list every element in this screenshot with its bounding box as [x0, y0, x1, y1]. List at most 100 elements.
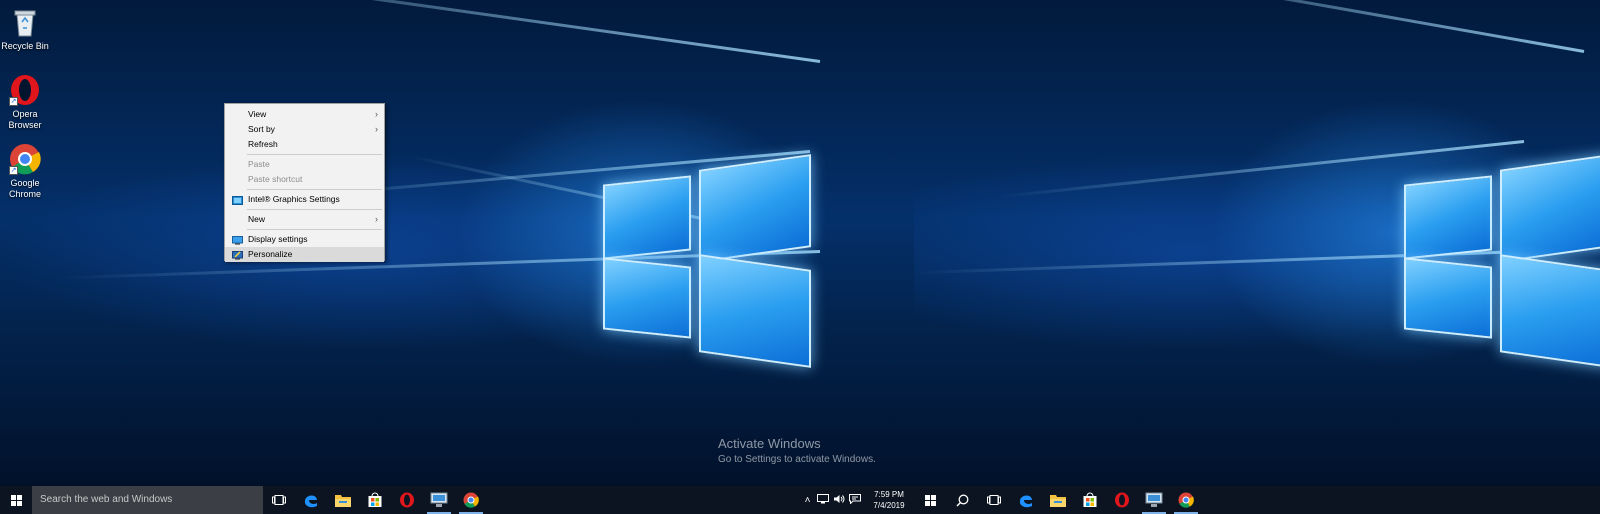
- light-beam: [1071, 0, 1585, 53]
- task-view-icon: [987, 495, 1001, 505]
- store-icon: [1083, 492, 1097, 507]
- windows-logo-pane: [603, 175, 691, 260]
- menu-item-label: Intel® Graphics Settings: [248, 194, 340, 204]
- chrome-icon: [1178, 492, 1194, 508]
- desktop-icon-label: Opera Browser: [8, 109, 42, 130]
- taskbar-clock[interactable]: 7:59 PM 7/4/2019: [872, 489, 906, 511]
- menu-item-label: Paste shortcut: [248, 174, 303, 184]
- windows-logo-icon: [10, 494, 22, 506]
- desktop-context-menu: View › Sort by › Refresh Paste Paste short…: [224, 103, 385, 262]
- intel-graphics-icon: [232, 195, 243, 205]
- task-view-icon: [272, 495, 286, 505]
- chevron-right-icon: ›: [375, 214, 378, 224]
- windows-logo-pane: [1404, 175, 1492, 260]
- chrome-icon: ↗: [9, 143, 41, 175]
- file-explorer-button[interactable]: [327, 486, 359, 514]
- windows-logo-pane: [1404, 257, 1492, 339]
- chrome-taskbar-button[interactable]: [455, 486, 487, 514]
- desktop-primary[interactable]: Recycle Bin ↗ Opera Browser ↗ Google Chr…: [0, 0, 914, 486]
- network-icon[interactable]: [815, 493, 831, 507]
- search-placeholder: Search the web and Windows: [40, 494, 173, 505]
- file-explorer-icon: [1050, 495, 1066, 507]
- edge-button[interactable]: [295, 486, 327, 514]
- windows-logo-pane: [1500, 154, 1600, 263]
- search-icon: [955, 494, 968, 507]
- menu-item-label: Refresh: [248, 139, 278, 149]
- opera-icon: ↗: [9, 74, 41, 106]
- store-button[interactable]: [359, 486, 391, 514]
- menu-item-refresh[interactable]: Refresh: [225, 137, 384, 152]
- desktop-icon-label: Recycle Bin: [1, 41, 49, 51]
- menu-item-label: New: [248, 214, 266, 224]
- clock-date: 7/4/2019: [873, 501, 905, 510]
- shortcut-arrow-icon: ↗: [9, 97, 18, 106]
- windows-logo-pane: [1500, 254, 1600, 368]
- recycle-bin-icon: [9, 6, 41, 38]
- desktop-icon-recycle-bin[interactable]: Recycle Bin: [0, 6, 50, 52]
- chevron-right-icon: ›: [375, 109, 378, 119]
- chrome-taskbar-button[interactable]: [1170, 486, 1202, 514]
- menu-item-sort-by[interactable]: Sort by ›: [225, 122, 384, 137]
- file-explorer-button[interactable]: [1042, 486, 1074, 514]
- menu-item-label: Paste: [248, 159, 270, 169]
- menu-item-paste-shortcut[interactable]: Paste shortcut: [225, 172, 384, 187]
- menu-separator: [247, 189, 382, 190]
- opera-taskbar-button[interactable]: [391, 486, 423, 514]
- store-button[interactable]: [1074, 486, 1106, 514]
- network-drive-icon: [1145, 492, 1163, 507]
- opera-taskbar-button[interactable]: [1106, 486, 1138, 514]
- desktop-icon-label: Google Chrome: [8, 178, 41, 199]
- task-view-button[interactable]: [978, 486, 1010, 514]
- network-drive-button[interactable]: [1138, 486, 1170, 514]
- desktop-icon-chrome[interactable]: ↗ Google Chrome: [0, 143, 50, 200]
- desktop-secondary[interactable]: [914, 0, 1600, 486]
- chrome-icon: [463, 492, 479, 508]
- task-view-button[interactable]: [263, 486, 295, 514]
- menu-item-personalize[interactable]: Personalize: [225, 247, 384, 262]
- menu-item-view[interactable]: View ›: [225, 107, 384, 122]
- volume-icon[interactable]: [831, 494, 847, 507]
- menu-item-label: View: [248, 109, 267, 119]
- edge-icon: [304, 495, 317, 508]
- taskbar-secondary: [914, 486, 1600, 514]
- opera-icon: [1115, 492, 1129, 508]
- personalize-icon: [232, 250, 243, 260]
- light-beam: [106, 0, 821, 63]
- menu-item-label: Personalize: [248, 249, 293, 259]
- edge-button[interactable]: [1010, 486, 1042, 514]
- activate-title: Activate Windows: [718, 436, 821, 451]
- menu-item-label: Sort by: [248, 124, 275, 134]
- menu-item-new[interactable]: New ›: [225, 212, 384, 227]
- search-button[interactable]: [946, 486, 978, 514]
- store-icon: [368, 492, 382, 507]
- start-button[interactable]: [0, 486, 32, 514]
- edge-icon: [1019, 495, 1032, 508]
- chevron-right-icon: ›: [375, 124, 378, 134]
- taskbar-primary: Search the web and Windows ˄ 7:59 PM 7/4…: [0, 486, 914, 514]
- network-drive-icon: [430, 492, 448, 507]
- start-button-secondary[interactable]: [914, 486, 946, 514]
- taskbar-search-box[interactable]: Search the web and Windows: [32, 486, 263, 514]
- desktop-icon-opera[interactable]: ↗ Opera Browser: [0, 74, 50, 131]
- menu-separator: [247, 229, 382, 230]
- menu-item-label: Display settings: [248, 234, 308, 244]
- display-icon: [232, 235, 243, 245]
- network-drive-button[interactable]: [423, 486, 455, 514]
- windows-logo-icon: [924, 494, 936, 506]
- activate-subtitle: Go to Settings to activate Windows.: [718, 454, 876, 465]
- windows-logo-pane: [603, 257, 691, 339]
- menu-item-display-settings[interactable]: Display settings: [225, 232, 384, 247]
- system-tray: ˄: [800, 486, 863, 514]
- file-explorer-icon: [335, 495, 351, 507]
- clock-time: 7:59 PM: [874, 490, 904, 499]
- windows-logo-pane: [699, 254, 811, 368]
- menu-separator: [247, 209, 382, 210]
- menu-item-intel-graphics[interactable]: Intel® Graphics Settings: [225, 192, 384, 207]
- windows-logo-pane: [699, 154, 811, 263]
- action-center-icon[interactable]: [847, 493, 863, 507]
- opera-icon: [400, 492, 414, 508]
- chevron-up-icon[interactable]: ˄: [800, 495, 815, 506]
- menu-item-paste[interactable]: Paste: [225, 157, 384, 172]
- menu-separator: [247, 154, 382, 155]
- activate-windows-watermark: Activate Windows Go to Settings to activ…: [718, 436, 876, 465]
